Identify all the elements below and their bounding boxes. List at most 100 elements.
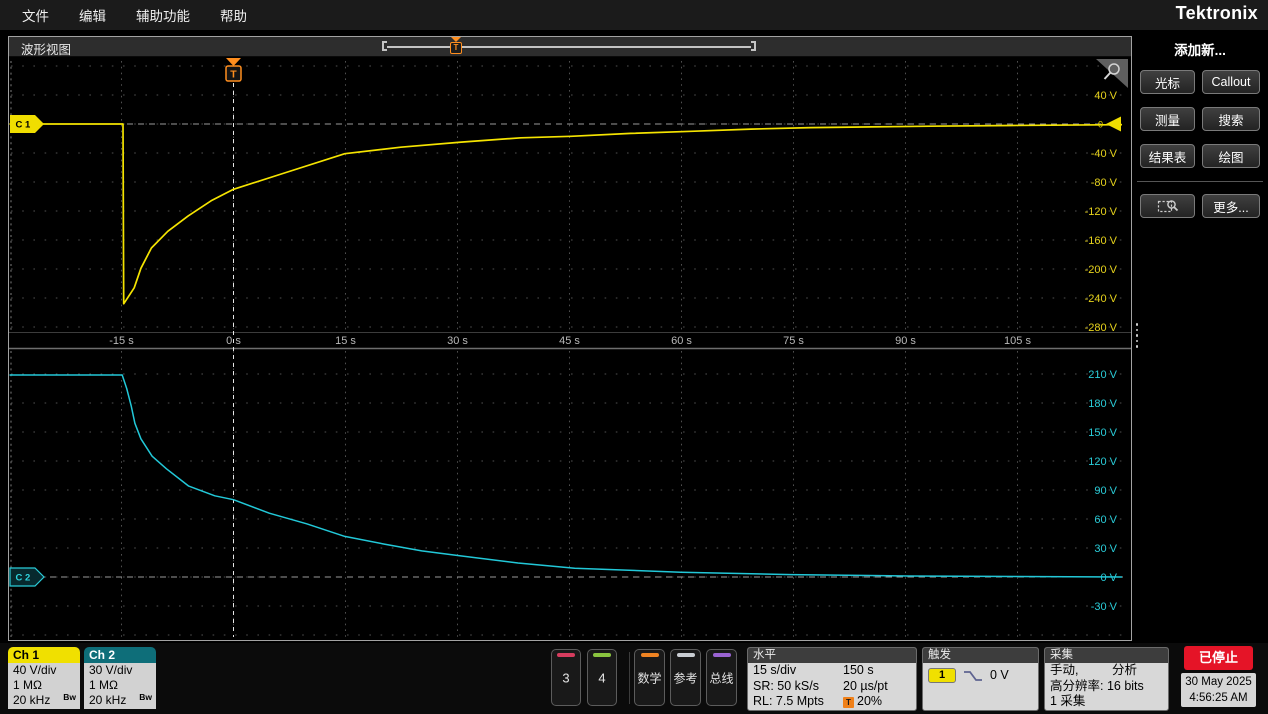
c1-volt-tick-label: -80 V (1091, 177, 1118, 189)
time-tick-label: 60 s (671, 335, 692, 347)
record-length: RL: 7.5 Mpts (753, 694, 843, 710)
axis-tick-labels: -15 s0 s15 s30 s45 s60 s75 s90 s105 s40 … (109, 90, 1117, 613)
acquisition-analyze: 分析 (1112, 663, 1164, 679)
sidebar-extra-buttons: 更多... (1132, 194, 1268, 218)
time-text: 4:56:25 AM (1181, 690, 1256, 706)
search-button[interactable]: 搜索 (1202, 107, 1260, 131)
time-tick-label: -15 s (109, 335, 134, 347)
date-text: 30 May 2025 (1181, 674, 1256, 690)
trigger-triangle-icon (226, 58, 241, 66)
c1-volt-tick-label: -200 V (1085, 264, 1118, 276)
trigger-t-icon: T (450, 42, 462, 54)
acquisition-panel[interactable]: 采集 手动, 分析 高分辨率: 16 bits 1 采集 (1044, 647, 1169, 711)
c1-zero-label: 0 (1098, 120, 1103, 130)
waveform-view: 波形视图 T -15 s0 s15 s30 s45 s60 s75 s90 s1… (8, 36, 1132, 641)
trigger-settings: 1 0 V (923, 663, 1038, 684)
time-tick-label: 105 s (1004, 335, 1031, 347)
c2-volt-tick-label: 60 V (1094, 514, 1117, 526)
c1-channel-badge[interactable]: C 1 (10, 115, 44, 133)
horizontal-title: 水平 (748, 648, 916, 663)
channel-2-badge[interactable]: Ch 2 30 V/div 1 MΩ 20 kHz Bw (84, 647, 156, 709)
c1-badge-label: C 1 (16, 120, 32, 131)
waveform-plot-area[interactable]: -15 s0 s15 s30 s45 s60 s75 s90 s105 s40 … (9, 57, 1131, 641)
run-stop-button[interactable]: 已停止 (1184, 646, 1253, 670)
more-button[interactable]: 更多... (1202, 194, 1260, 218)
zoom-corner-button[interactable] (1096, 59, 1128, 88)
menu-help[interactable]: 帮助 (220, 5, 247, 25)
c1-trace[interactable] (10, 124, 1123, 304)
time-tick-label: 30 s (447, 335, 468, 347)
channel-2-name: Ch 2 (84, 647, 156, 663)
bandwidth-limit-icon: Bw (63, 690, 76, 705)
horizontal-span: 150 s (843, 663, 912, 679)
waveform-view-title: 波形视图 (21, 39, 71, 58)
menu-file[interactable]: 文件 (22, 5, 49, 25)
button-divider (629, 652, 630, 704)
results-table-button[interactable]: 结果表 (1140, 144, 1195, 168)
level-arrow-icon (1106, 117, 1121, 132)
math-button[interactable]: 数学 (634, 649, 665, 706)
slider-trigger-marker[interactable]: T (449, 39, 462, 54)
tektronix-logo: Tektronix (1176, 3, 1258, 24)
trigger-position: T20% (843, 694, 912, 710)
time-tick-label: 0 s (226, 335, 241, 347)
add-new-buttons: 光标 Callout 测量 搜索 结果表 绘图 (1132, 70, 1268, 168)
channel-1-name: Ch 1 (8, 647, 80, 663)
c1-volt-tick-label: -120 V (1085, 206, 1118, 218)
horizontal-resolution: 20 µs/pt (843, 679, 912, 695)
c1-volt-tick-label: -240 V (1085, 293, 1118, 305)
channel-2-scale: 30 V/div (89, 663, 156, 678)
trigger-source-badge: 1 (928, 668, 956, 683)
channel-2-settings: 30 V/div 1 MΩ 20 kHz Bw (84, 663, 156, 709)
channel-3-button[interactable]: 3 (551, 649, 581, 706)
horizontal-panel[interactable]: 水平 15 s/div 150 s SR: 50 kS/s 20 µs/pt R… (747, 647, 917, 711)
channel-1-badge[interactable]: Ch 1 40 V/div 1 MΩ 20 kHz Bw (8, 647, 80, 709)
ref-label: 参考 (671, 669, 700, 686)
bus-button[interactable]: 总线 (706, 649, 737, 706)
channel-4-button[interactable]: 4 (587, 649, 617, 706)
c1-volt-tick-label: -280 V (1085, 322, 1118, 334)
trigger-level: 0 V (990, 668, 1009, 684)
trigger-panel[interactable]: 触发 1 0 V (922, 647, 1039, 711)
zoom-select-icon (1157, 198, 1179, 214)
falling-edge-icon (963, 669, 983, 683)
zoom-select-button[interactable] (1140, 194, 1195, 218)
trigger-position-icon: T (843, 697, 854, 708)
waveform-view-titlebar[interactable]: 波形视图 T (9, 37, 1131, 57)
time-tick-label: 75 s (783, 335, 804, 347)
measure-button[interactable]: 测量 (1140, 107, 1195, 131)
channel-4-label: 4 (588, 670, 616, 685)
ref-button[interactable]: 参考 (670, 649, 701, 706)
c2-badge-label: C 2 (16, 573, 31, 584)
slider-track[interactable] (387, 46, 751, 48)
acquisition-settings: 手动, 分析 高分辨率: 16 bits 1 采集 (1045, 663, 1168, 710)
c2-volt-tick-label: 180 V (1088, 398, 1117, 410)
plot-button[interactable]: 绘图 (1202, 144, 1260, 168)
math-label: 数学 (635, 669, 664, 686)
cursor-button[interactable]: 光标 (1140, 70, 1195, 94)
c2-volt-tick-label: -30 V (1091, 601, 1118, 613)
time-tick-label: 15 s (335, 335, 356, 347)
c2-channel-badge[interactable]: C 2 (10, 568, 44, 586)
horizontal-pan-slider[interactable]: T (382, 39, 756, 54)
acquisition-count: 1 采集 (1050, 694, 1164, 710)
bus-label: 总线 (707, 669, 736, 686)
sidebar-divider (1137, 181, 1263, 182)
sample-rate: SR: 50 kS/s (753, 679, 843, 695)
trigger-marker-flag[interactable]: T (226, 58, 241, 81)
c1-level-arrow[interactable]: 0 (1098, 117, 1121, 132)
trigger-title: 触发 (923, 648, 1038, 663)
c1-volt-tick-label: -160 V (1085, 235, 1118, 247)
c2-volt-tick-label: 0 V (1100, 572, 1117, 584)
menu-utility[interactable]: 辅助功能 (136, 5, 190, 25)
callout-button[interactable]: Callout (1202, 70, 1260, 94)
c2-trace[interactable] (10, 375, 1123, 577)
channel-3-label: 3 (552, 670, 580, 685)
bottom-settings-bar: Ch 1 40 V/div 1 MΩ 20 kHz Bw Ch 2 30 V/d… (0, 643, 1268, 714)
c2-volt-tick-label: 150 V (1088, 427, 1117, 439)
time-tick-label: 90 s (895, 335, 916, 347)
acquisition-mode: 手动, (1050, 663, 1112, 679)
menu-edit[interactable]: 编辑 (79, 5, 106, 25)
acquisition-detail: 高分辨率: 16 bits (1050, 679, 1164, 695)
slider-right-bracket-icon[interactable] (751, 41, 756, 51)
